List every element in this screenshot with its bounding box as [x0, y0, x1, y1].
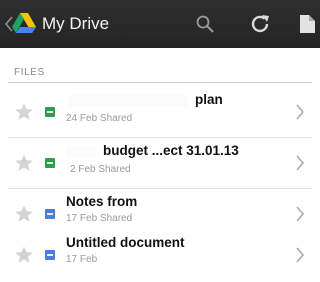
refresh-icon[interactable]	[248, 12, 272, 36]
star-icon[interactable]	[14, 245, 34, 265]
file-name: budget ...ect 31.01.13	[103, 143, 239, 158]
document-icon	[45, 250, 55, 260]
obscured-text-region	[68, 95, 188, 107]
file-name: Notes from	[66, 194, 138, 209]
action-bar: My Drive	[0, 0, 320, 48]
document-icon[interactable]	[296, 12, 320, 36]
star-icon[interactable]	[14, 153, 34, 173]
file-shared: Shared	[98, 164, 131, 175]
star-icon[interactable]	[14, 204, 34, 224]
section-label-files: FILES	[14, 67, 45, 78]
file-date: 2 Feb	[70, 164, 96, 175]
file-shared: Shared	[99, 213, 133, 224]
chevron-right-icon[interactable]	[294, 153, 306, 173]
file-name: Untitled document	[66, 235, 185, 250]
spreadsheet-icon	[45, 107, 55, 117]
document-icon	[45, 209, 55, 219]
file-date: 24 Feb	[66, 113, 98, 124]
file-meta: 24 Feb Shared	[66, 113, 132, 124]
file-date: 17 Feb	[66, 213, 98, 224]
file-row[interactable]: plan 24 Feb Shared	[8, 87, 312, 138]
star-icon[interactable]	[14, 102, 34, 122]
chevron-right-icon[interactable]	[294, 245, 306, 265]
file-meta: 17 Feb Shared	[66, 213, 132, 224]
file-meta: 2 Feb Shared	[70, 164, 131, 175]
file-date: 17 Feb	[66, 254, 98, 265]
drive-logo-icon[interactable]	[12, 12, 36, 34]
file-row[interactable]: budget ...ect 31.01.13 2 Feb Shared	[8, 138, 312, 189]
file-meta: 17 Feb	[66, 254, 97, 265]
file-row[interactable]: Untitled document 17 Feb	[8, 230, 312, 281]
chevron-right-icon[interactable]	[294, 204, 306, 224]
obscured-text-region	[66, 146, 96, 158]
file-name: plan	[195, 92, 223, 107]
file-shared: Shared	[99, 113, 133, 124]
drive-app: My Drive FILES plan 24 Feb Shared budget…	[0, 0, 320, 282]
section-divider	[8, 82, 312, 83]
chevron-right-icon[interactable]	[294, 102, 306, 122]
spreadsheet-icon	[45, 158, 55, 168]
app-title[interactable]: My Drive	[42, 14, 109, 34]
search-icon[interactable]	[193, 12, 217, 36]
